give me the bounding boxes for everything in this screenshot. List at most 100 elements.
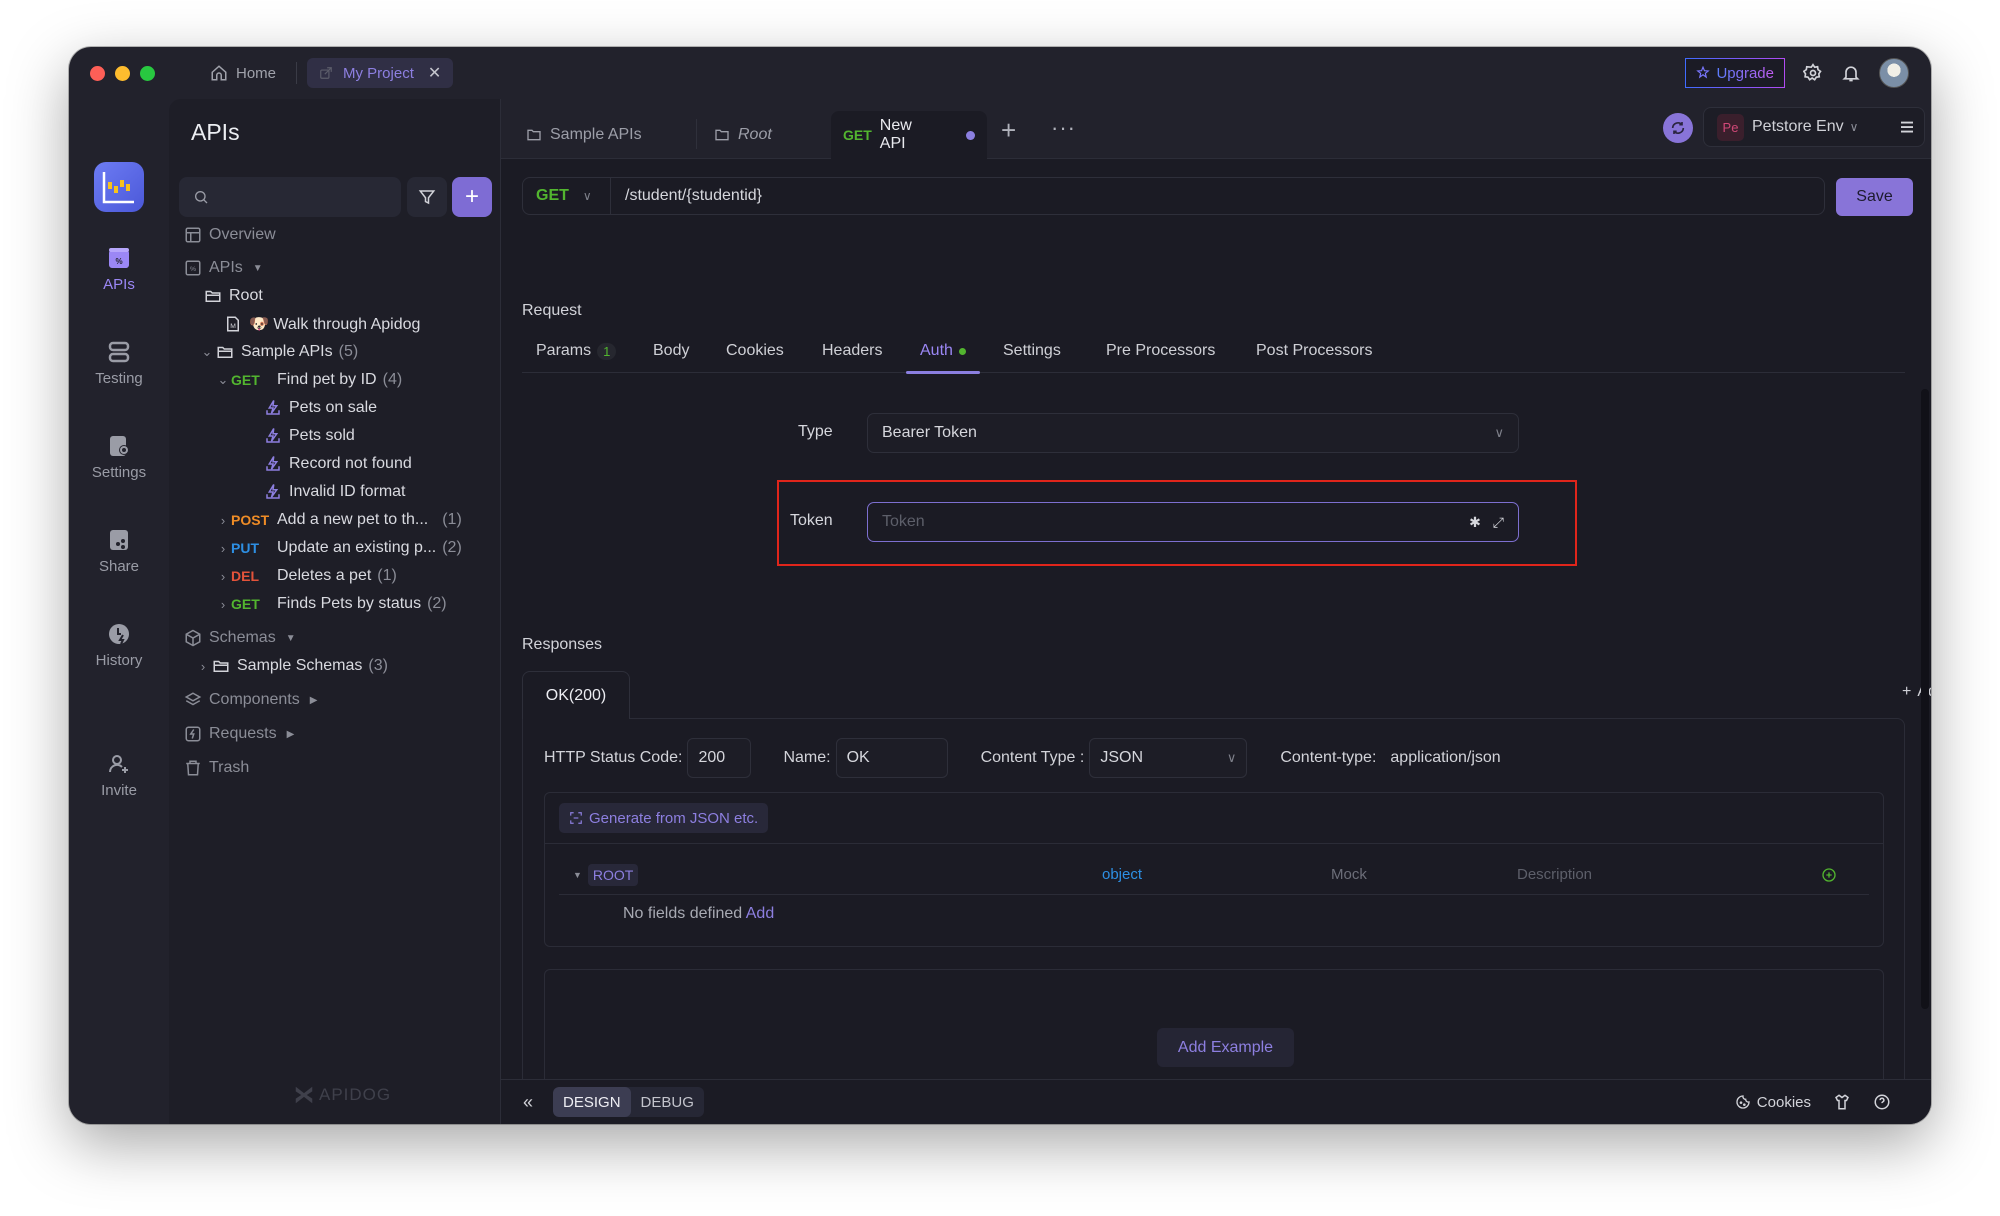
- minimize-window-button[interactable]: [115, 65, 130, 81]
- expand-icon[interactable]: ⤢: [1493, 514, 1504, 531]
- request-subtabs: Params 1 Body Cookies Headers Auth Setti…: [522, 329, 1905, 374]
- status-code-input[interactable]: 200: [687, 738, 752, 778]
- chevron-right-icon[interactable]: ›: [215, 597, 231, 612]
- home-tab-label: Home: [236, 64, 277, 82]
- maximize-window-button[interactable]: [140, 65, 155, 81]
- environment-badge: Pe: [1717, 113, 1744, 141]
- new-tab-button[interactable]: +: [1001, 115, 1016, 146]
- search-box[interactable]: [179, 177, 401, 217]
- sync-button[interactable]: [1663, 113, 1693, 143]
- content-type-header-value: application/json: [1390, 749, 1501, 766]
- help-icon[interactable]: [1873, 1093, 1891, 1111]
- more-tabs-button[interactable]: ···: [1051, 115, 1076, 141]
- mode-design[interactable]: DESIGN: [553, 1087, 631, 1117]
- chevron-right-icon[interactable]: ›: [215, 541, 231, 556]
- tab-cookies[interactable]: Cookies: [726, 329, 784, 373]
- bell-icon[interactable]: [1841, 63, 1861, 83]
- apidog-watermark: APIDOG: [293, 1084, 391, 1106]
- rail-item-share[interactable]: Share: [69, 528, 169, 575]
- caret-right-icon[interactable]: ▶: [310, 695, 318, 706]
- tab-settings[interactable]: Settings: [1003, 329, 1061, 373]
- description-field[interactable]: Description: [1517, 866, 1592, 883]
- magic-wand-icon[interactable]: ✱: [1469, 514, 1481, 531]
- gear-icon[interactable]: [1803, 63, 1823, 83]
- app-logo[interactable]: [94, 162, 144, 212]
- add-button[interactable]: +: [452, 177, 492, 217]
- upgrade-button[interactable]: Upgrade: [1685, 58, 1785, 88]
- generate-from-json-button[interactable]: Generate from JSON etc.: [559, 803, 769, 833]
- response-name-value: OK: [846, 749, 870, 766]
- save-button[interactable]: Save: [1836, 178, 1913, 216]
- token-input[interactable]: [882, 513, 1458, 531]
- tab-post-processors[interactable]: Post Processors: [1256, 329, 1372, 373]
- environment-menu-button[interactable]: [1889, 107, 1925, 147]
- window-controls: [90, 65, 155, 81]
- close-window-button[interactable]: [90, 65, 105, 81]
- home-tab[interactable]: Home: [210, 64, 276, 82]
- rail-item-history[interactable]: History: [69, 622, 169, 669]
- caret-down-icon[interactable]: ▼: [286, 633, 296, 644]
- status-dot: [958, 347, 966, 355]
- user-avatar[interactable]: [1879, 58, 1909, 88]
- mock-field[interactable]: Mock: [1331, 866, 1367, 883]
- method-value: GET: [536, 187, 569, 204]
- history-icon: [109, 624, 129, 645]
- chevron-right-icon[interactable]: ›: [215, 513, 231, 528]
- mode-debug[interactable]: DEBUG: [631, 1087, 704, 1117]
- auth-type-select[interactable]: Bearer Token ∨: [867, 413, 1519, 453]
- chevron-down-icon[interactable]: ⌄: [199, 344, 215, 360]
- layers-icon: [183, 690, 203, 710]
- close-icon[interactable]: ✕: [428, 63, 441, 83]
- rail-item-settings[interactable]: Settings: [69, 434, 169, 481]
- search-input[interactable]: [217, 189, 397, 205]
- tab-pre-processors[interactable]: Pre Processors: [1106, 329, 1215, 373]
- divider: [296, 62, 298, 84]
- content-type-select[interactable]: JSON ∨: [1089, 738, 1248, 778]
- tab-root[interactable]: Root: [714, 111, 772, 159]
- content-type-label: Content Type :: [980, 749, 1085, 766]
- chevron-right-icon[interactable]: ›: [215, 569, 231, 584]
- tab-params[interactable]: Params 1: [536, 329, 617, 373]
- tree-item-overview[interactable]: Overview: [169, 217, 500, 253]
- rail-item-apis[interactable]: % APIs: [69, 246, 169, 293]
- token-field[interactable]: ✱ ⤢: [867, 502, 1519, 542]
- invite-icon: [108, 755, 128, 773]
- tree-item-requests[interactable]: Requests ▶: [169, 716, 500, 752]
- vertical-scrollbar[interactable]: [1921, 389, 1929, 1009]
- environment-selector[interactable]: Pe Petstore Env ∨: [1703, 107, 1896, 147]
- tree-item-sample-schemas[interactable]: › Sample Schemas (3): [169, 648, 500, 684]
- caret-down-icon[interactable]: ▼: [253, 263, 263, 274]
- add-circle-icon[interactable]: [1821, 867, 1837, 883]
- caret-right-icon[interactable]: ▶: [287, 729, 295, 740]
- project-tab[interactable]: My Project ✕: [307, 58, 454, 88]
- root-tag[interactable]: ROOT: [587, 863, 639, 886]
- url-path-input[interactable]: [611, 187, 1824, 205]
- response-tab-ok-200[interactable]: OK(200): [522, 671, 630, 719]
- tab-auth[interactable]: Auth: [906, 329, 980, 374]
- tab-label: Cookies: [726, 342, 784, 359]
- tab-sample-apis[interactable]: Sample APIs: [526, 111, 642, 159]
- tab-label: Post Processors: [1256, 342, 1373, 359]
- caret-down-icon[interactable]: ▼: [573, 870, 582, 880]
- add-field-link[interactable]: Add: [746, 905, 774, 922]
- tree-item-trash[interactable]: Trash: [169, 750, 500, 786]
- shirt-icon[interactable]: [1833, 1093, 1851, 1111]
- add-example-button[interactable]: Add Example: [1157, 1028, 1294, 1067]
- title-bar: Home My Project ✕ Upgrade: [69, 47, 1931, 99]
- chevron-down-icon[interactable]: ⌄: [215, 372, 231, 388]
- method-select[interactable]: GET ∨: [523, 178, 611, 214]
- rail-item-invite[interactable]: Invite: [69, 752, 169, 799]
- rail-item-testing[interactable]: Testing: [69, 340, 169, 387]
- endpoint-row[interactable]: › GET Finds Pets by status (2): [169, 586, 500, 622]
- tab-new-api[interactable]: GET New API: [831, 111, 987, 159]
- root-type[interactable]: object: [1102, 866, 1142, 883]
- collapse-sidebar-icon[interactable]: «: [523, 1092, 533, 1113]
- filter-button[interactable]: [407, 177, 447, 217]
- cookies-button[interactable]: Cookies: [1735, 1094, 1811, 1111]
- tab-headers[interactable]: Headers: [822, 329, 882, 373]
- tree-item-components[interactable]: Components ▶: [169, 682, 500, 718]
- response-name-input[interactable]: OK: [835, 738, 948, 778]
- tab-label: Sample APIs: [550, 126, 642, 143]
- tab-body[interactable]: Body: [653, 329, 689, 373]
- chevron-right-icon[interactable]: ›: [195, 659, 211, 674]
